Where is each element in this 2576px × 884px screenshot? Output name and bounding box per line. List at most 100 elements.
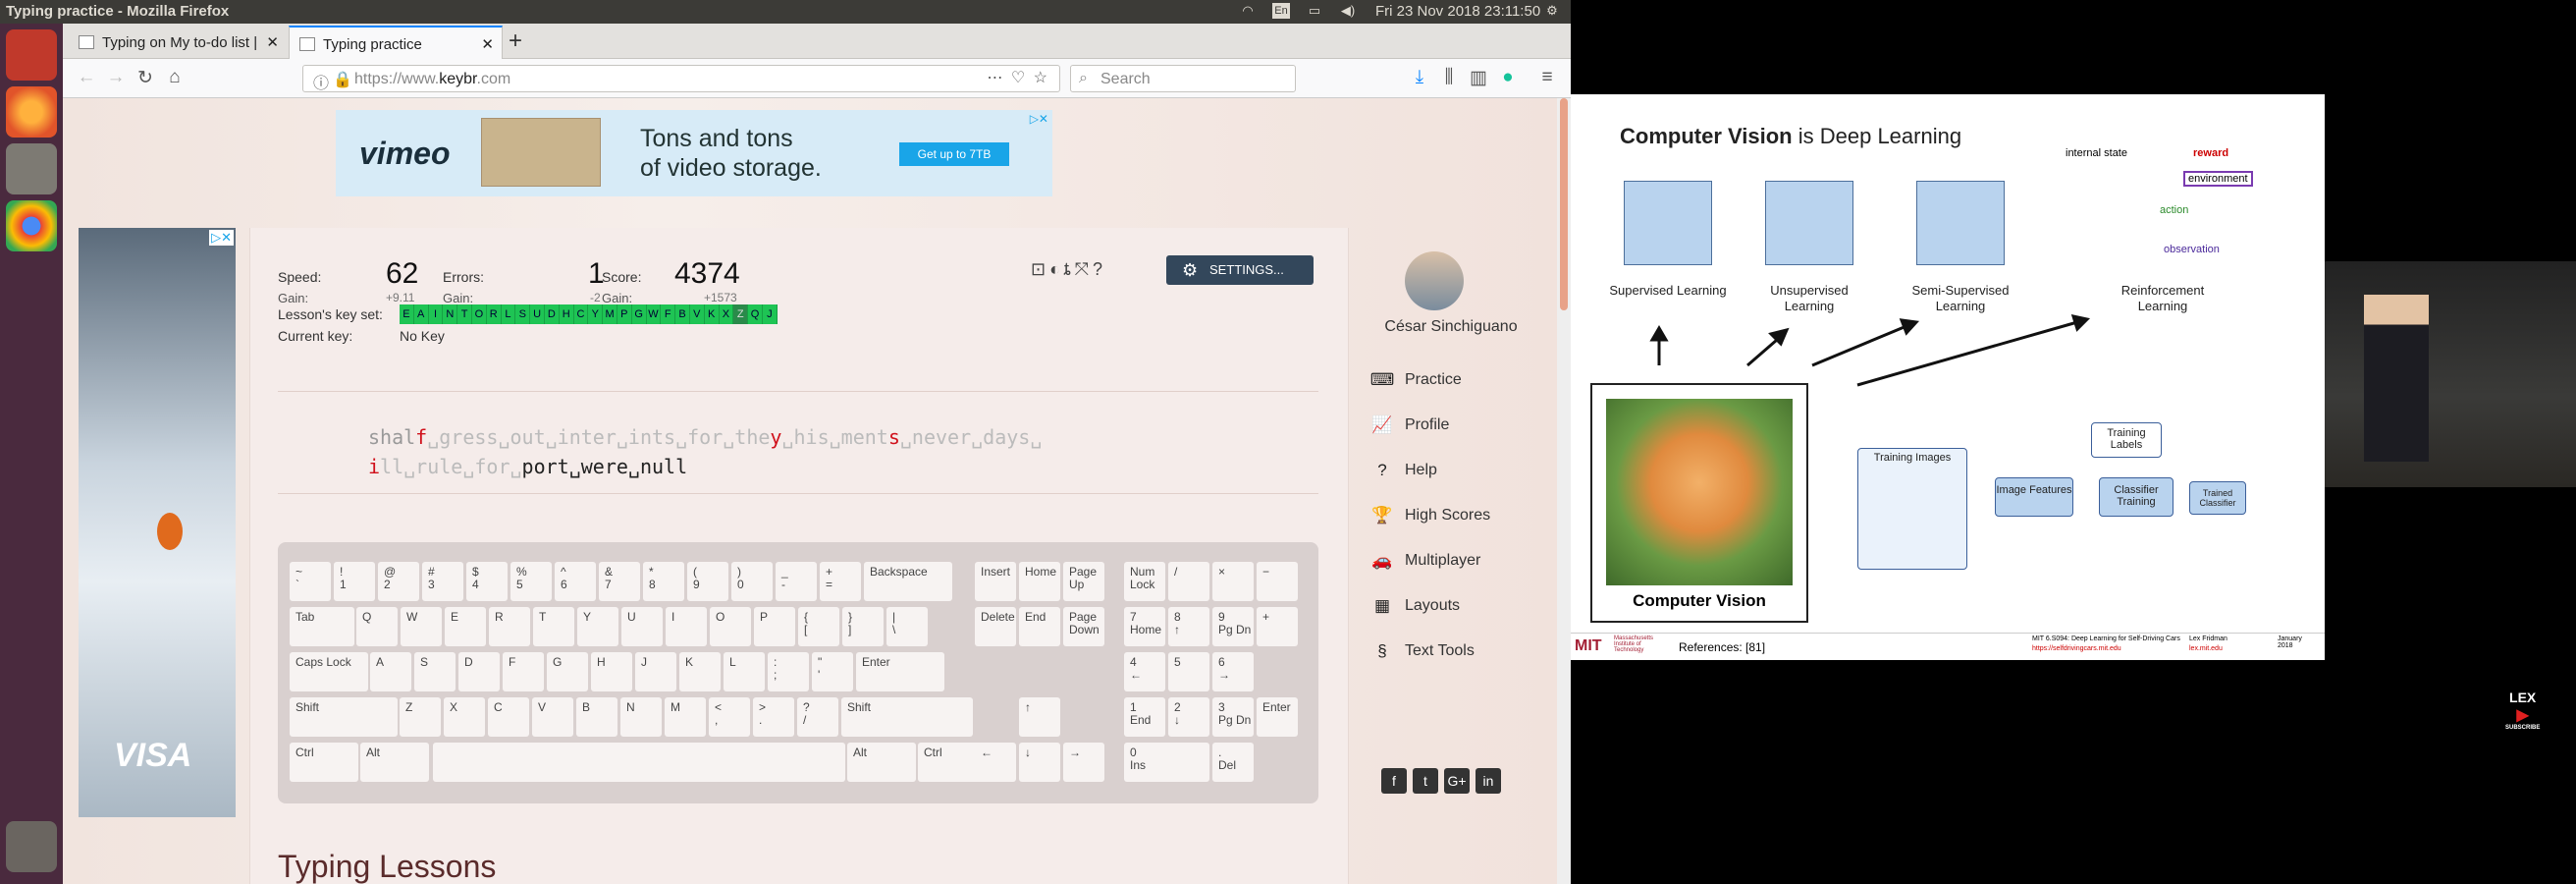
url-bar[interactable]: ⓘ 🔒 https://www.keybr.com ⋯ ♡ ☆ (302, 65, 1060, 92)
fullscreen-icon[interactable]: ⤧ (1075, 259, 1089, 280)
close-tab-icon[interactable]: ✕ (481, 35, 494, 53)
key[interactable]: W (401, 607, 442, 646)
sidebar-item-profile[interactable]: 📈 Profile (1368, 407, 1544, 446)
library-icon[interactable]: ⫼ (1437, 67, 1461, 88)
key-numpad[interactable]: 0 Ins (1124, 743, 1209, 782)
key-shift-right[interactable]: Shift (841, 697, 973, 737)
key[interactable]: ~ ` (290, 562, 331, 601)
key-backspace[interactable]: Backspace (864, 562, 952, 601)
key-alt-right[interactable]: Alt (847, 743, 916, 782)
key-alt-left[interactable]: Alt (360, 743, 429, 782)
key[interactable]: A (370, 652, 411, 691)
channel-watermark[interactable]: LEX ▶ SUBSCRIBE (2505, 690, 2540, 731)
key[interactable]: ? / (797, 697, 838, 737)
key[interactable]: }] (842, 607, 884, 646)
key-ctrl-left[interactable]: Ctrl (290, 743, 358, 782)
key[interactable]: E (445, 607, 486, 646)
key[interactable]: R (489, 607, 530, 646)
settings-button[interactable]: ⚙ SETTINGS... (1166, 255, 1314, 285)
page-scrollbar[interactable] (1557, 98, 1571, 884)
chrome-icon[interactable] (6, 200, 57, 251)
key-numpad[interactable]: / (1168, 562, 1209, 601)
key[interactable]: P (754, 607, 795, 646)
key[interactable]: F (503, 652, 544, 691)
key[interactable]: & 7 (599, 562, 640, 601)
avatar[interactable] (1405, 251, 1464, 310)
key[interactable]: K (679, 652, 721, 691)
key[interactable]: {[ (798, 607, 839, 646)
key-nav[interactable]: Home (1019, 562, 1060, 601)
user-name[interactable]: César Sinchiguano (1350, 318, 1552, 336)
sidebar-item-layouts[interactable]: ▦ Layouts (1368, 587, 1544, 627)
reload-icon[interactable]: ↻ (134, 67, 157, 89)
sidebar-item-practice[interactable]: ⌨ Practice (1368, 361, 1544, 401)
key-numpad[interactable]: 5 (1168, 652, 1209, 691)
scrollbar-thumb[interactable] (1560, 98, 1568, 310)
key[interactable]: M (665, 697, 706, 737)
key-numpad[interactable]: 1 End (1124, 697, 1165, 737)
key-nav[interactable]: Insert (975, 562, 1016, 601)
key-shift-left[interactable]: Shift (290, 697, 398, 737)
key-numpad[interactable]: Num Lock (1124, 562, 1165, 601)
key[interactable]: (9 (687, 562, 728, 601)
keyboard-language-indicator[interactable]: En (1272, 3, 1290, 19)
key[interactable]: ) 0 (731, 562, 773, 601)
key[interactable]: H (591, 652, 632, 691)
new-tab-button[interactable]: + (509, 28, 522, 55)
wifi-icon[interactable]: ◠ (1239, 3, 1257, 19)
info-icon[interactable]: ⓘ (313, 70, 329, 93)
key[interactable]: % 5 (510, 562, 552, 601)
search-input[interactable]: ⌕ Search (1070, 65, 1296, 92)
key[interactable]: Z (400, 697, 441, 737)
key-numpad[interactable]: Enter (1257, 697, 1298, 737)
key[interactable]: U (621, 607, 663, 646)
firefox-icon[interactable] (6, 86, 57, 138)
key[interactable]: * 8 (643, 562, 684, 601)
key-numpad[interactable]: 3 Pg Dn (1212, 697, 1254, 737)
visa-side-ad[interactable]: ▷✕ VISA (79, 228, 236, 817)
ubuntu-logo-icon[interactable] (6, 29, 57, 81)
close-tab-icon[interactable]: ✕ (266, 33, 279, 51)
key[interactable]: + = (820, 562, 861, 601)
key[interactable]: B (576, 697, 617, 737)
key-tab[interactable]: Tab (290, 607, 354, 646)
key-numpad[interactable]: + (1257, 607, 1298, 646)
key-enter[interactable]: Enter (856, 652, 944, 691)
key-arrow[interactable]: ↓ (1019, 743, 1060, 782)
key[interactable]: ! 1 (334, 562, 375, 601)
key-numpad[interactable]: 2 ↓ (1168, 697, 1209, 737)
key-nav[interactable]: End (1019, 607, 1060, 646)
back-arrow-icon[interactable]: ← (75, 67, 98, 88)
key[interactable]: I (666, 607, 707, 646)
sidebar-item-text-tools[interactable]: § Text Tools (1368, 633, 1544, 672)
key[interactable]: Y (577, 607, 618, 646)
key-nav[interactable]: Page Up (1063, 562, 1104, 601)
page-actions-icons[interactable]: ⋯ ♡ ☆ (987, 68, 1049, 87)
key-space[interactable] (433, 743, 845, 782)
menu-icon[interactable]: ≡ (1535, 67, 1559, 88)
key[interactable]: L (724, 652, 765, 691)
key-numpad[interactable]: 4 ← (1124, 652, 1165, 691)
sidebar-toggle-icon[interactable]: ▥ (1467, 67, 1490, 89)
key[interactable]: X (444, 697, 485, 737)
ad-close-icon[interactable]: ▷✕ (1030, 112, 1048, 126)
image-icon[interactable]: ⊡ (1031, 259, 1046, 280)
key[interactable]: @2 (378, 562, 419, 601)
twitter-icon[interactable]: t (1413, 768, 1438, 794)
key-nav[interactable]: Page Down (1063, 607, 1104, 646)
key[interactable]: V (532, 697, 573, 737)
key[interactable]: N (620, 697, 662, 737)
font-icon[interactable]: ȶ (1064, 259, 1071, 280)
key-numpad[interactable]: − (1257, 562, 1298, 601)
key-arrow-up[interactable]: ↑ (1019, 697, 1060, 737)
key[interactable]: " ' (812, 652, 853, 691)
files-icon[interactable] (6, 143, 57, 194)
grammarly-icon[interactable]: ● (1496, 67, 1520, 88)
key-arrow[interactable]: ← (975, 743, 1016, 782)
key[interactable]: G (547, 652, 588, 691)
key[interactable]: >. (753, 697, 794, 737)
battery-icon[interactable]: ▭ (1306, 3, 1323, 19)
key[interactable]: | \ (886, 607, 928, 646)
tab-typing-practice[interactable]: Typing practice ✕ (289, 26, 503, 59)
sidebar-item-help[interactable]: ? Help (1368, 452, 1544, 491)
